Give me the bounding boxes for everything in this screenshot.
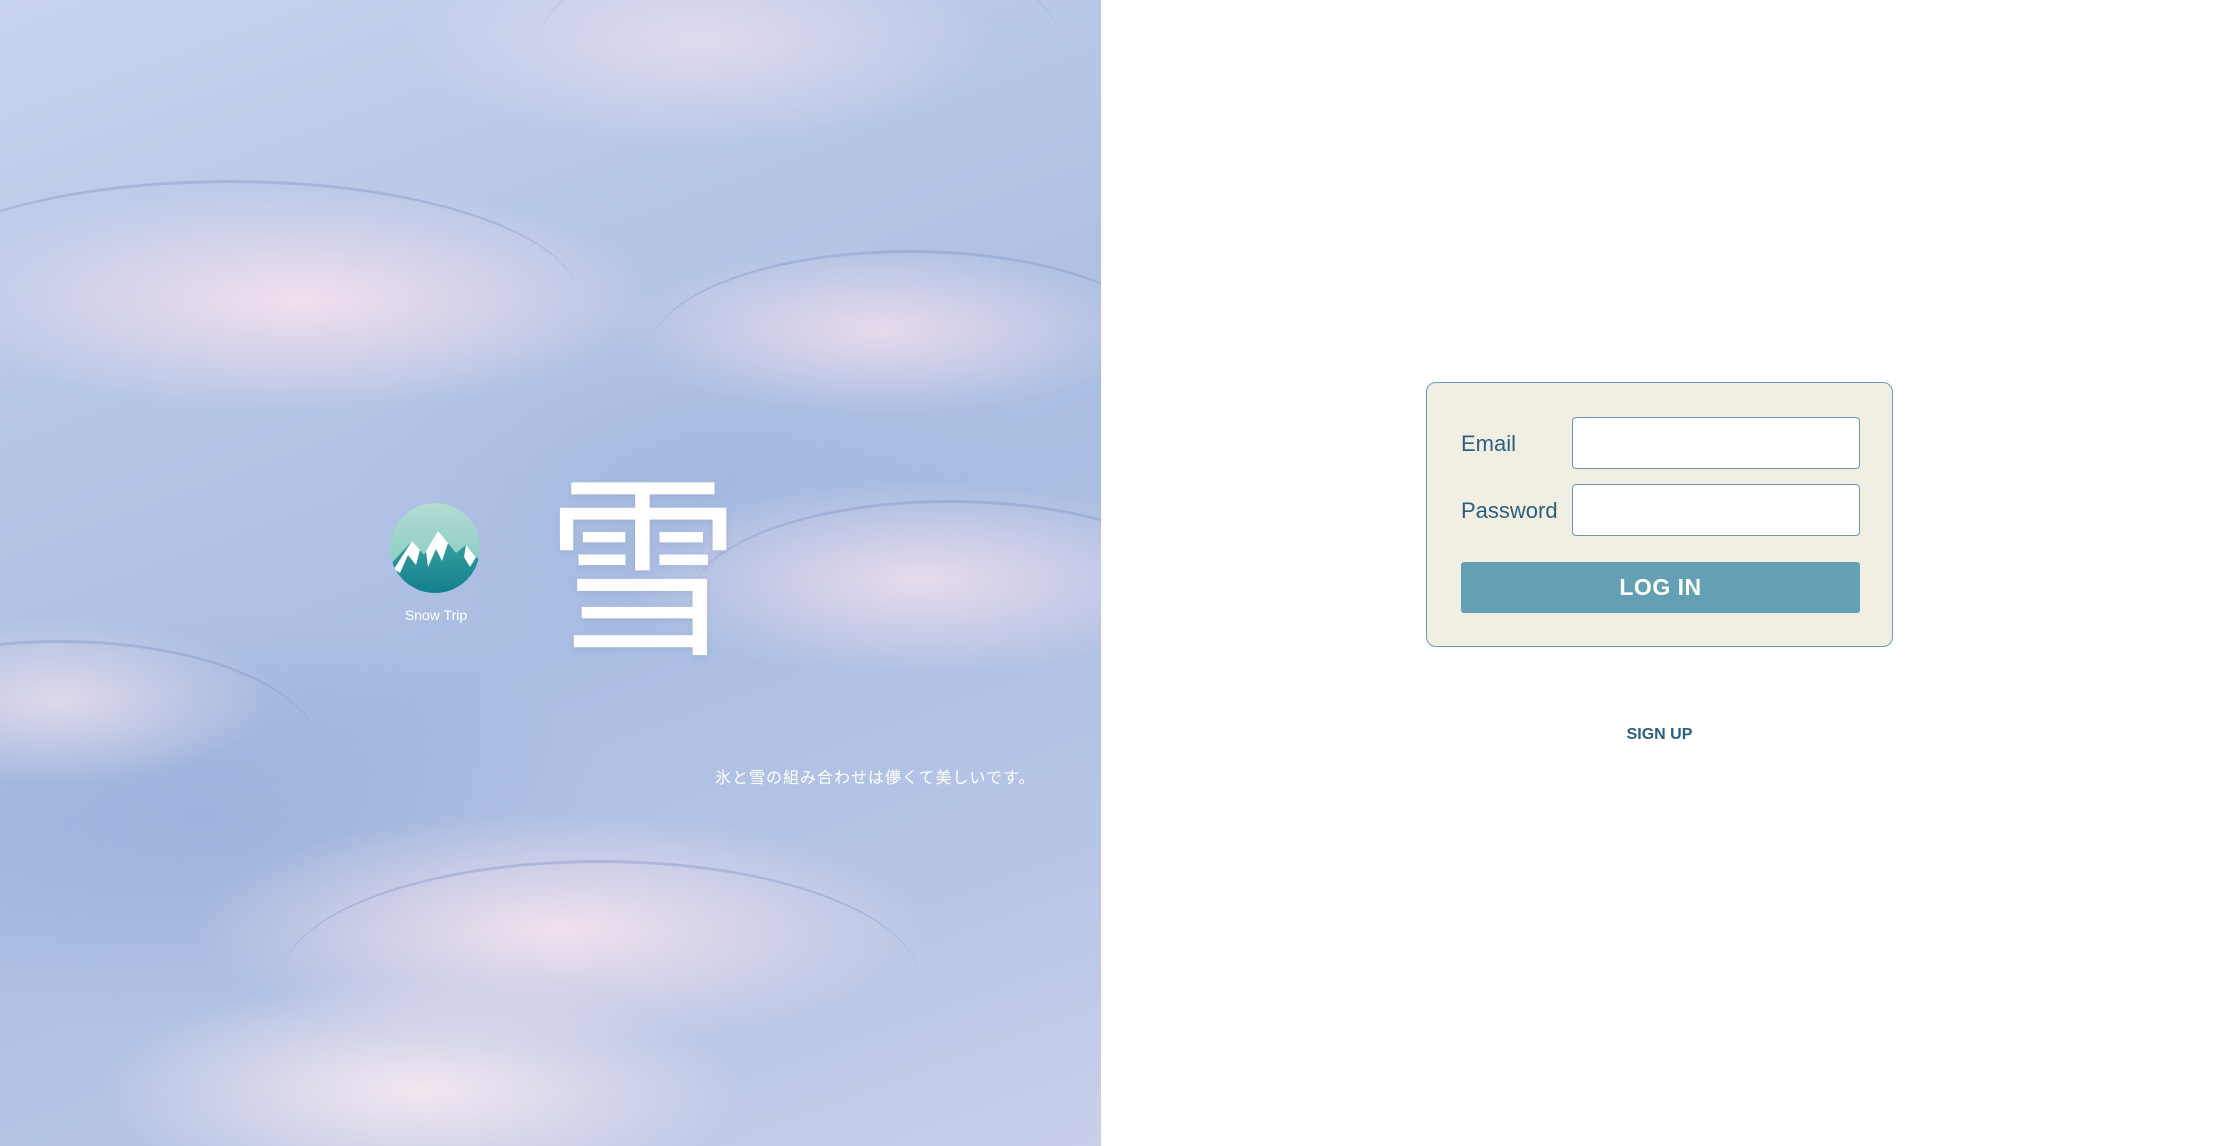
snow-dune-decoration (280, 860, 920, 1103)
snow-mountain-icon (390, 503, 480, 593)
email-label: Email (1461, 431, 1517, 456)
email-field[interactable] (1572, 417, 1860, 469)
brand: Snow Trip (390, 503, 482, 623)
login-page: Snow Trip 雪 氷と雪の組み合わせは儚くて美しいです。 Email Pa… (0, 0, 2213, 1146)
auth-panel: Email Password LOG IN SIGN UP (1101, 0, 2213, 1146)
snow-dune-decoration (690, 500, 1101, 703)
snow-dune-decoration (0, 640, 320, 863)
login-form: Email Password LOG IN (1426, 382, 1893, 647)
brand-name: Snow Trip (404, 607, 468, 623)
snow-dune-decoration (650, 250, 1101, 453)
password-field[interactable] (1572, 484, 1860, 536)
hero-panel: Snow Trip 雪 氷と雪の組み合わせは儚くて美しいです。 (0, 0, 1101, 1146)
password-label: Password (1461, 498, 1558, 523)
snow-dune-decoration (540, 0, 1060, 143)
hero-kanji: 雪 (545, 458, 742, 686)
login-button[interactable]: LOG IN (1461, 562, 1860, 613)
signup-link[interactable]: SIGN UP (1426, 726, 1893, 744)
snow-dune-decoration (0, 180, 580, 423)
hero-tagline: 氷と雪の組み合わせは儚くて美しいです。 (715, 768, 1036, 787)
